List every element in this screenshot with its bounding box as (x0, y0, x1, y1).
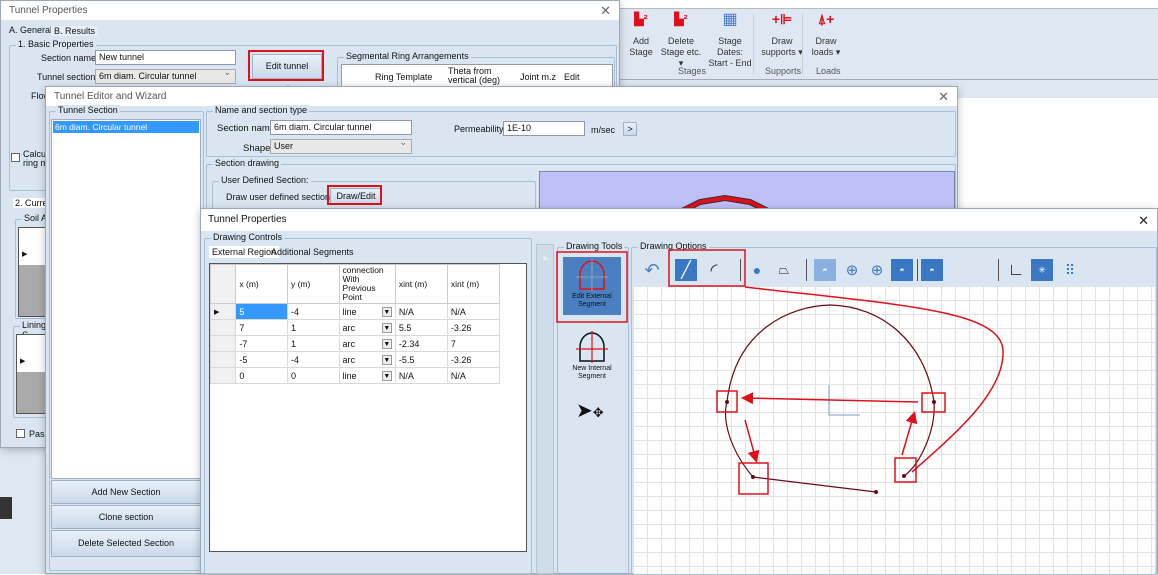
red-highlight-boxes (556, 249, 946, 495)
red-arrows (741, 392, 919, 463)
annotation-overlay (556, 249, 1004, 495)
tunnel-floor-line (752, 476, 877, 493)
